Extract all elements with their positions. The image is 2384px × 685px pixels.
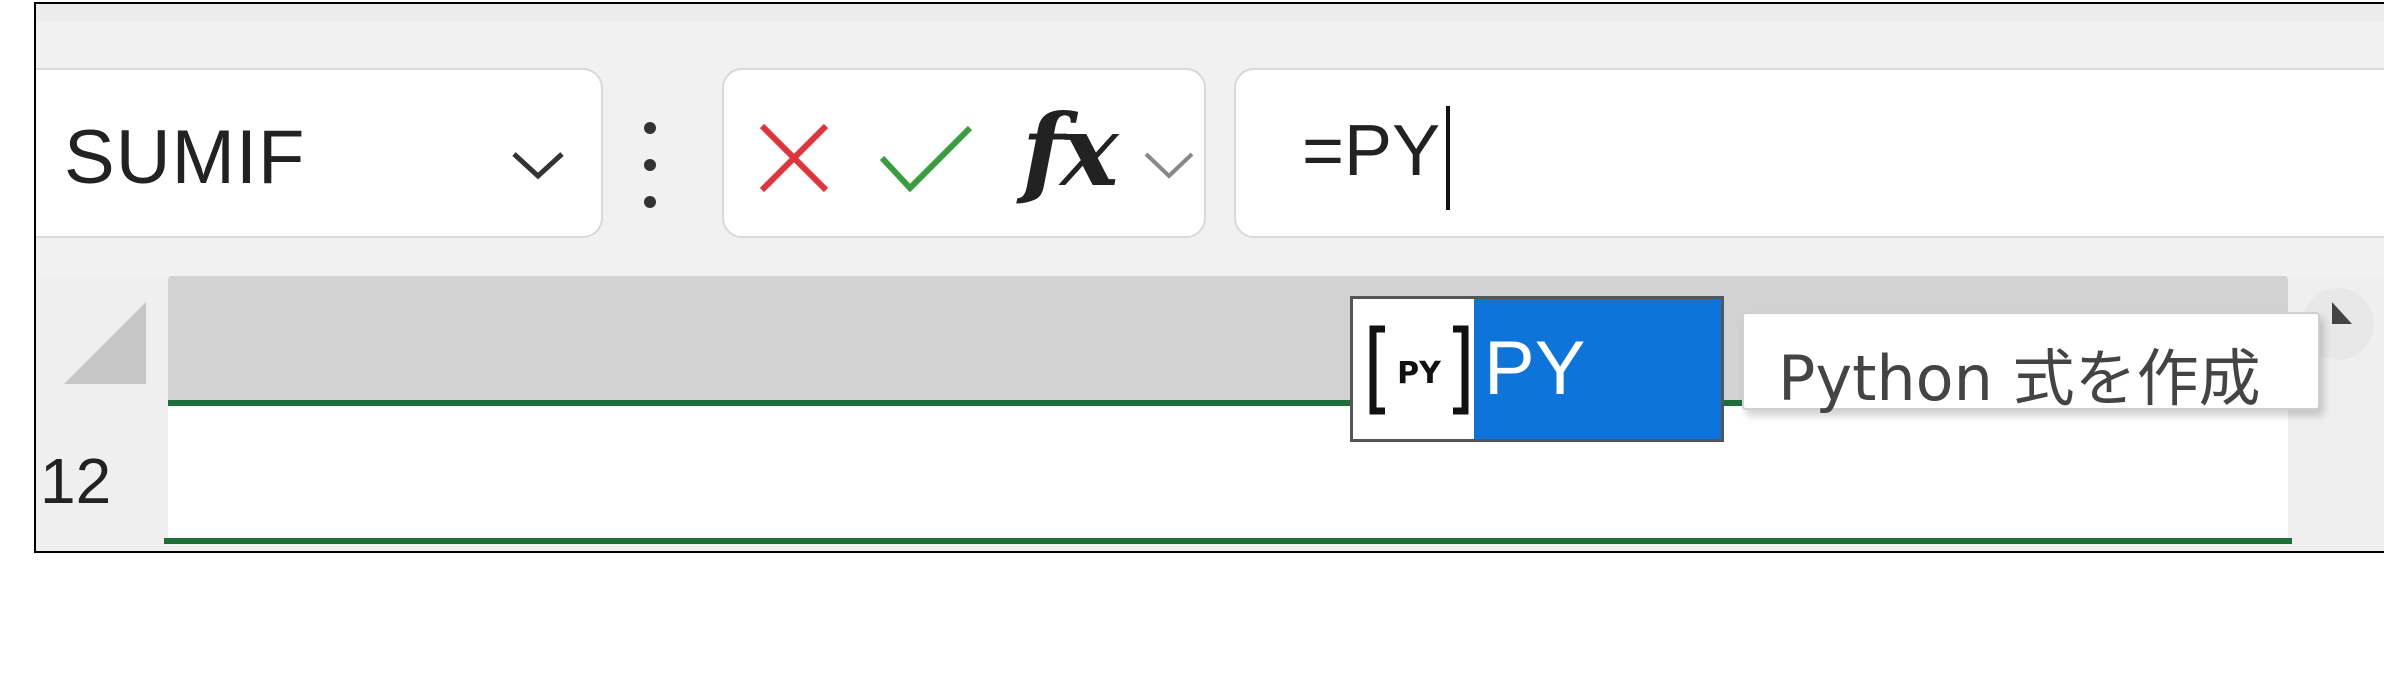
close-icon[interactable] [758,122,830,194]
select-all-button[interactable] [36,276,168,404]
formula-edit-buttons: fx [722,68,1206,238]
autocomplete-item-py[interactable]: PY [1474,299,1721,439]
tooltip-text: Python 式を作成 [1778,342,2261,415]
row-header-12[interactable]: 12 [40,444,111,518]
svg-text:PY: PY [1397,356,1442,391]
autocomplete-item-label: PY [1484,326,1586,411]
chevron-down-icon[interactable] [510,148,566,182]
checkmark-icon[interactable] [878,124,974,194]
python-icon: PY [1369,325,1469,415]
select-all-triangle-icon [64,302,146,384]
formula-bar-input[interactable]: =PY [1234,68,2384,238]
formula-text: =PY [1302,111,1441,191]
more-options-icon[interactable] [642,120,658,210]
cell-border-line [164,538,2292,544]
ribbon-edge [36,4,2384,23]
chevron-down-icon[interactable] [1142,148,1196,180]
excel-window: SUMIF fx =PY 12 [34,2,2384,553]
formula-toolbar: SUMIF fx =PY [36,22,2384,276]
insert-function-button[interactable]: fx [1022,94,1119,209]
active-row-cells[interactable] [168,406,2288,542]
name-box-value: SUMIF [64,115,306,200]
text-cursor [1446,106,1450,210]
name-box[interactable]: SUMIF [36,68,603,238]
autocomplete-dropdown: PY PY [1350,296,1724,442]
autocomplete-tooltip: Python 式を作成 [1742,312,2320,415]
